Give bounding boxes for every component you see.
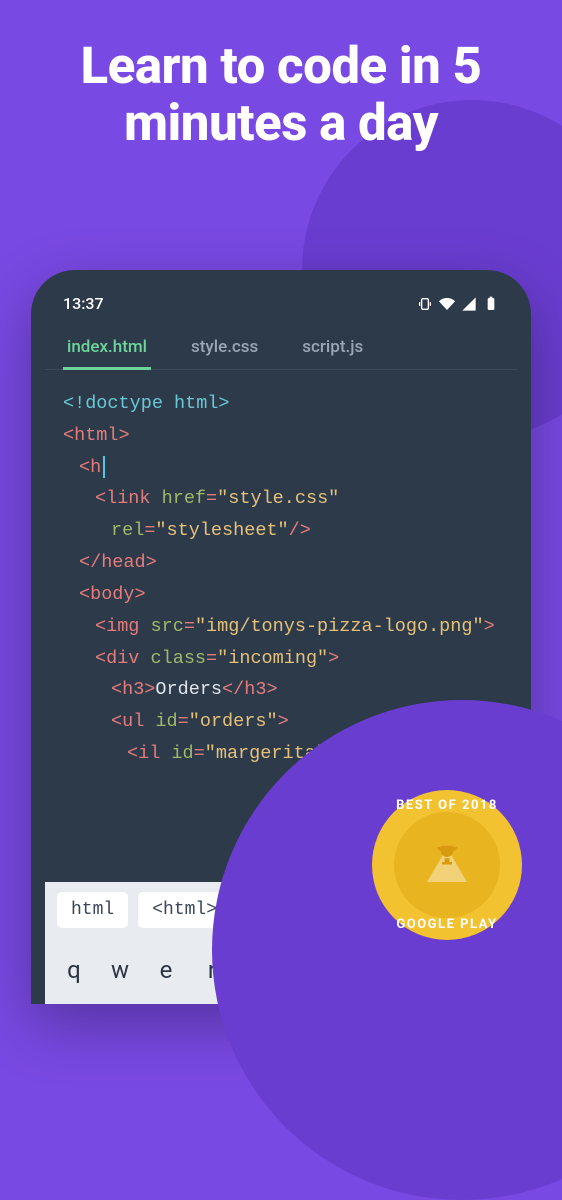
code-token: </head>: [79, 552, 157, 573]
status-time: 13:37: [63, 294, 104, 313]
code-token: <img: [95, 616, 151, 637]
wifi-icon: [439, 296, 455, 312]
code-token: id: [171, 743, 193, 764]
code-token: =: [184, 616, 195, 637]
code-token: <div: [95, 648, 151, 669]
code-token: >: [278, 711, 289, 732]
code-token: <h3>: [111, 679, 155, 700]
vibrate-icon: [417, 296, 433, 312]
code-token: "style.css": [217, 488, 339, 509]
key-w[interactable]: w: [102, 946, 138, 994]
badge-text-bottom: GOOGLE PLAY: [372, 917, 522, 932]
code-token: src: [151, 616, 184, 637]
code-token: >: [328, 648, 339, 669]
code-token: "orders": [189, 711, 278, 732]
text-cursor: [103, 456, 105, 478]
code-token: <body>: [79, 584, 146, 605]
code-token: "incoming": [217, 648, 328, 669]
code-token: =: [178, 711, 189, 732]
code-line: <!doctype html>: [63, 393, 230, 414]
signal-icon: [461, 296, 477, 312]
code-token: id: [155, 711, 177, 732]
code-token: class: [151, 648, 207, 669]
code-token: "img/tonys-pizza-logo.png": [195, 616, 484, 637]
award-badge: BEST OF 2018 GOOGLE PLAY: [372, 790, 522, 940]
trophy-icon: [432, 842, 462, 872]
code-token: "stylesheet": [155, 520, 288, 541]
code-token: >: [484, 616, 495, 637]
code-token: <link: [95, 488, 162, 509]
code-line-typing: <h: [79, 457, 101, 478]
code-token: <ul: [111, 711, 155, 732]
code-token: =: [144, 520, 155, 541]
battery-icon: [483, 296, 499, 312]
code-token: </h3>: [222, 679, 278, 700]
headline-text: Learn to code in 5 minutes a day: [0, 0, 562, 152]
code-token: />: [289, 520, 311, 541]
suggestion-item[interactable]: html: [57, 892, 128, 928]
status-bar: 13:37: [45, 284, 517, 319]
key-e[interactable]: e: [148, 946, 184, 994]
code-line: <html>: [63, 425, 130, 446]
key-q[interactable]: q: [56, 946, 92, 994]
badge-text-top: BEST OF 2018: [372, 798, 522, 813]
tab-index-html[interactable]: index.html: [45, 327, 169, 369]
code-token: href: [162, 488, 206, 509]
code-token: =: [206, 488, 217, 509]
code-token: rel: [111, 520, 144, 541]
code-token: =: [194, 743, 205, 764]
editor-tabs: index.html style.css script.js: [45, 319, 517, 370]
tab-script-js[interactable]: script.js: [280, 327, 385, 369]
code-token: Orders: [155, 679, 222, 700]
status-icons: [417, 296, 499, 312]
code-token: =: [206, 648, 217, 669]
tab-style-css[interactable]: style.css: [169, 327, 280, 369]
code-token: <il: [127, 743, 171, 764]
